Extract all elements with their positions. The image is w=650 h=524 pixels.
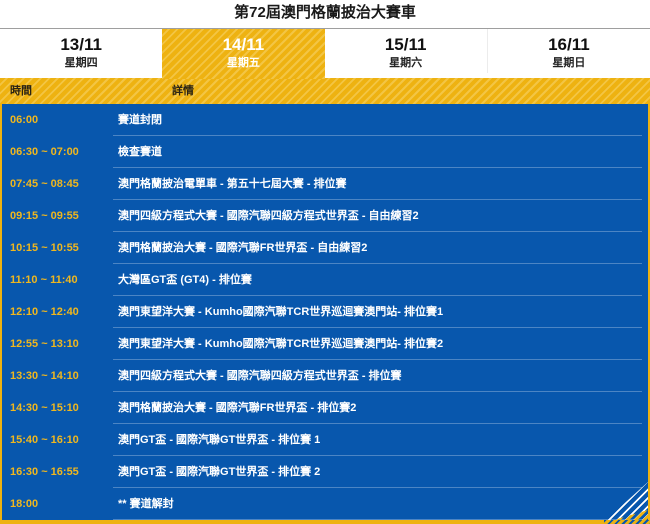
date-tabs: 13/11 星期四 14/11 星期五 15/11 星期六 16/11 星期日	[0, 28, 650, 72]
tab-date-14-11-active[interactable]: 14/11 星期五	[162, 29, 324, 79]
event-time: 15:40 ~ 16:10	[10, 424, 79, 456]
schedule-row: 13:30 ~ 14:10 澳門四級方程式大賽 - 國際汽聯四級方程式世界盃 -…	[2, 360, 648, 392]
tab-date-15-11[interactable]: 15/11 星期六	[325, 29, 487, 73]
tab-weekday-label: 星期日	[488, 56, 650, 71]
schedule-table: 06:00 賽道封閉 06:30 ~ 07:00 檢查賽道 07:45 ~ 08…	[0, 104, 650, 524]
event-time: 16:30 ~ 16:55	[10, 456, 79, 488]
event-detail: 澳門東望洋大賽 - Kumho國際汽聯TCR世界巡迴賽澳門站- 排位賽1	[118, 296, 634, 328]
event-detail: ** 賽道解封	[118, 488, 634, 520]
schedule-column-header: 時間 詳情	[0, 78, 650, 104]
event-time: 10:15 ~ 10:55	[10, 232, 79, 264]
tab-weekday-label: 星期六	[325, 56, 487, 71]
event-detail: 賽道封閉	[118, 104, 634, 136]
tab-date-label: 16/11	[488, 34, 650, 55]
event-detail: 澳門格蘭披治大賽 - 國際汽聯FR世界盃 - 自由練習2	[118, 232, 634, 264]
schedule-row: 10:15 ~ 10:55 澳門格蘭披治大賽 - 國際汽聯FR世界盃 - 自由練…	[2, 232, 648, 264]
event-time: 06:00	[10, 104, 38, 136]
bottom-border-decoration	[0, 520, 650, 524]
event-detail: 澳門GT盃 - 國際汽聯GT世界盃 - 排位賽 1	[118, 424, 634, 456]
event-time: 11:10 ~ 11:40	[10, 264, 78, 296]
event-detail: 澳門格蘭披治電單車 - 第五十七屆大賽 - 排位賽	[118, 168, 634, 200]
schedule-row: 12:10 ~ 12:40 澳門東望洋大賽 - Kumho國際汽聯TCR世界巡迴…	[2, 296, 648, 328]
schedule-row: 15:40 ~ 16:10 澳門GT盃 - 國際汽聯GT世界盃 - 排位賽 1	[2, 424, 648, 456]
event-detail: 大灣區GT盃 (GT4) - 排位賽	[118, 264, 634, 296]
schedule-row: 18:00 ** 賽道解封	[2, 488, 648, 520]
bottom-bar-stripes	[604, 520, 650, 524]
event-detail: 檢查賽道	[118, 136, 634, 168]
event-time: 12:55 ~ 13:10	[10, 328, 79, 360]
tab-date-label: 13/11	[0, 34, 162, 55]
schedule-row: 06:30 ~ 07:00 檢查賽道	[2, 136, 648, 168]
tab-date-16-11[interactable]: 16/11 星期日	[487, 29, 650, 73]
schedule-row: 07:45 ~ 08:45 澳門格蘭披治電單車 - 第五十七屆大賽 - 排位賽	[2, 168, 648, 200]
event-time: 12:10 ~ 12:40	[10, 296, 79, 328]
schedule-row: 12:55 ~ 13:10 澳門東望洋大賽 - Kumho國際汽聯TCR世界巡迴…	[2, 328, 648, 360]
event-time: 13:30 ~ 14:10	[10, 360, 79, 392]
column-header-time: 時間	[10, 78, 32, 104]
macau-gp-schedule-page: 第72屆澳門格蘭披治大賽車 13/11 星期四 14/11 星期五 15/11 …	[0, 0, 650, 524]
event-time: 09:15 ~ 09:55	[10, 200, 79, 232]
event-time: 06:30 ~ 07:00	[10, 136, 79, 168]
column-header-detail: 詳情	[172, 78, 194, 104]
event-detail: 澳門四級方程式大賽 - 國際汽聯四級方程式世界盃 - 自由練習2	[118, 200, 634, 232]
schedule-row: 11:10 ~ 11:40 大灣區GT盃 (GT4) - 排位賽	[2, 264, 648, 296]
event-detail: 澳門格蘭披治大賽 - 國際汽聯FR世界盃 - 排位賽2	[118, 392, 634, 424]
event-detail: 澳門四級方程式大賽 - 國際汽聯四級方程式世界盃 - 排位賽	[118, 360, 634, 392]
tab-date-13-11[interactable]: 13/11 星期四	[0, 29, 162, 73]
schedule-row: 06:00 賽道封閉	[2, 104, 648, 136]
tab-weekday-label: 星期五	[162, 56, 324, 71]
event-time: 07:45 ~ 08:45	[10, 168, 79, 200]
tab-date-label: 14/11	[162, 34, 324, 55]
schedule-row: 09:15 ~ 09:55 澳門四級方程式大賽 - 國際汽聯四級方程式世界盃 -…	[2, 200, 648, 232]
event-time: 18:00	[10, 488, 38, 520]
event-detail: 澳門GT盃 - 國際汽聯GT世界盃 - 排位賽 2	[118, 456, 634, 488]
schedule-row: 16:30 ~ 16:55 澳門GT盃 - 國際汽聯GT世界盃 - 排位賽 2	[2, 456, 648, 488]
schedule-row: 14:30 ~ 15:10 澳門格蘭披治大賽 - 國際汽聯FR世界盃 - 排位賽…	[2, 392, 648, 424]
event-detail: 澳門東望洋大賽 - Kumho國際汽聯TCR世界巡迴賽澳門站- 排位賽2	[118, 328, 634, 360]
tab-weekday-label: 星期四	[0, 56, 162, 71]
tab-date-label: 15/11	[325, 34, 487, 55]
page-title: 第72屆澳門格蘭披治大賽車	[0, 0, 650, 28]
event-time: 14:30 ~ 15:10	[10, 392, 79, 424]
